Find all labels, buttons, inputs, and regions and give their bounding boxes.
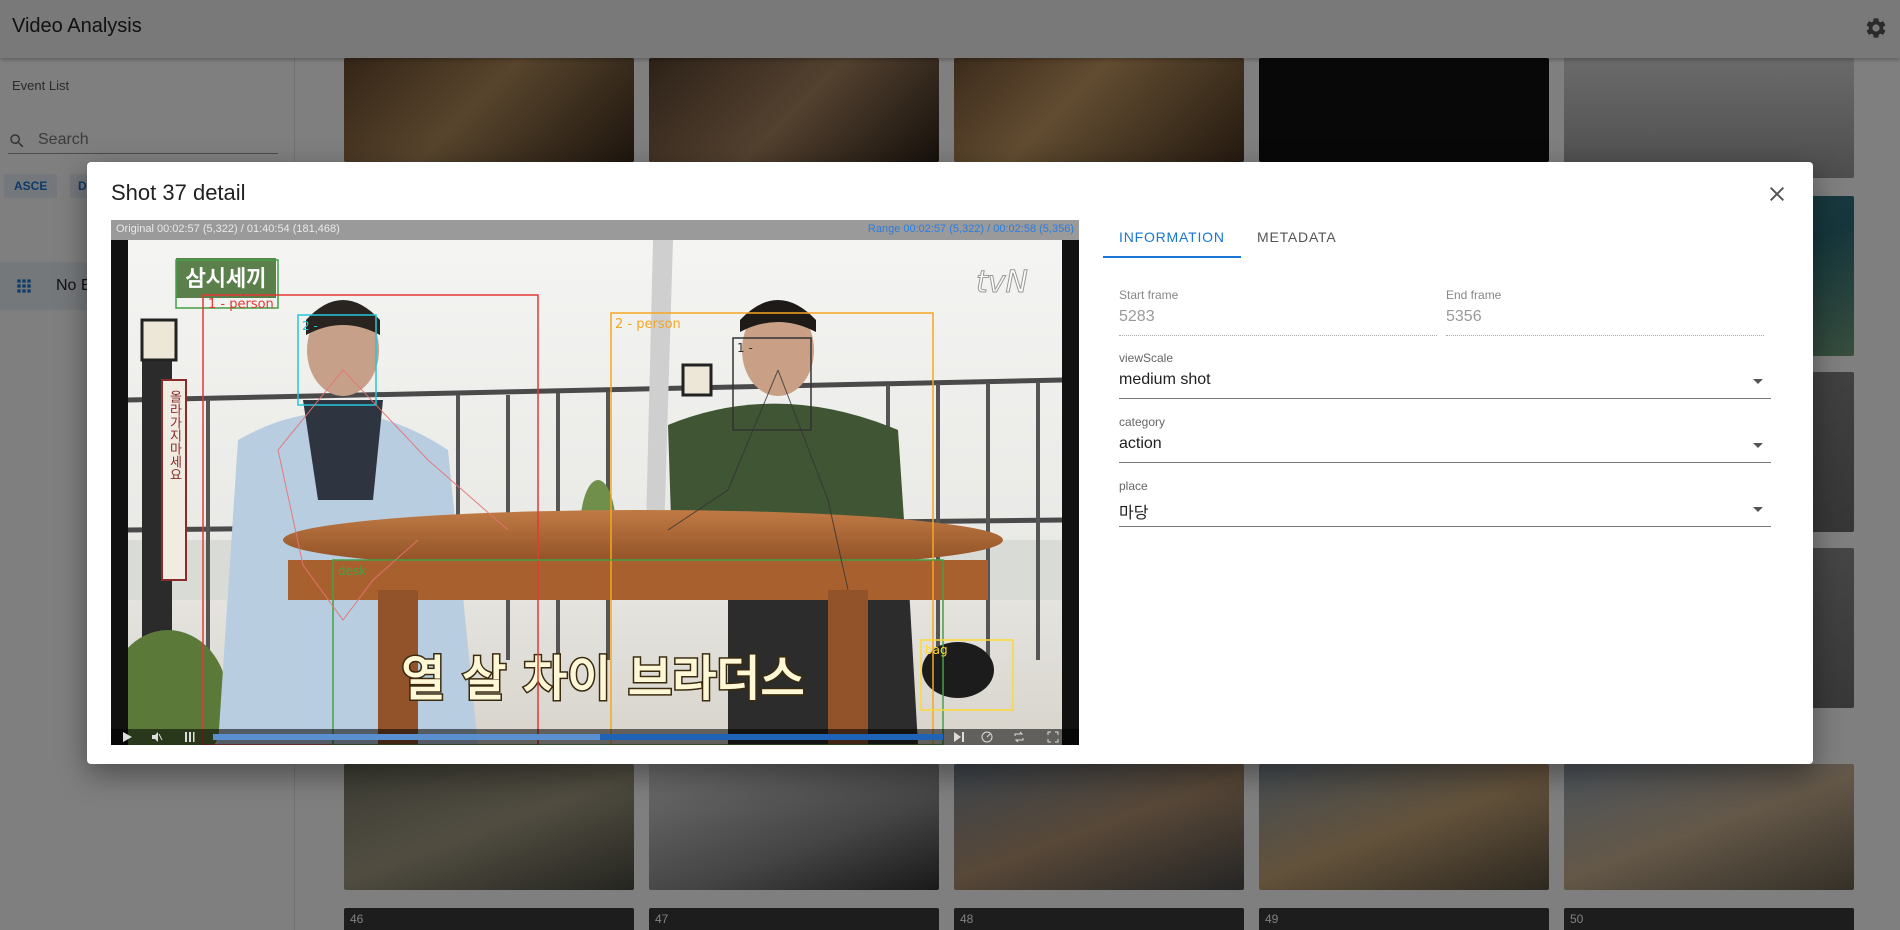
detection-label: 2 - person bbox=[615, 317, 681, 332]
start-frame-label: Start frame bbox=[1119, 288, 1179, 302]
tvn-watermark: tvN bbox=[976, 265, 1028, 300]
player-info-bar: Original 00:02:57 (5,322) / 01:40:54 (18… bbox=[111, 220, 1079, 240]
tab-metadata[interactable]: METADATA bbox=[1241, 216, 1353, 258]
play-icon[interactable] bbox=[121, 731, 133, 743]
mute-icon[interactable] bbox=[151, 731, 163, 743]
close-icon[interactable] bbox=[1765, 182, 1789, 206]
category-label: category bbox=[1119, 415, 1166, 429]
dialog-title: Shot 37 detail bbox=[111, 180, 246, 205]
range-timecode: Range 00:02:57 (5,322) / 00:02:58 (5,356… bbox=[867, 223, 1074, 235]
category-select[interactable]: category action bbox=[1119, 415, 1771, 463]
end-frame-field[interactable]: End frame 5356 bbox=[1446, 288, 1764, 336]
category-value: action bbox=[1119, 435, 1162, 452]
view-scale-value: medium shot bbox=[1119, 371, 1211, 388]
detail-tabs: INFORMATION METADATA bbox=[1103, 216, 1793, 258]
video-subtitle: 열 살 차이 브라더스 bbox=[401, 651, 804, 707]
detection-label: bag bbox=[925, 643, 948, 657]
view-scale-label: viewScale bbox=[1119, 351, 1174, 365]
dropdown-arrow-icon[interactable] bbox=[1753, 379, 1763, 384]
progress-played bbox=[213, 734, 600, 740]
dropdown-arrow-icon[interactable] bbox=[1753, 443, 1763, 448]
view-scale-select[interactable]: viewScale medium shot bbox=[1119, 351, 1771, 399]
place-value: 마당 bbox=[1119, 505, 1149, 522]
loop-icon[interactable] bbox=[1013, 731, 1025, 743]
speed-icon[interactable] bbox=[981, 731, 993, 743]
frame-step-icon[interactable] bbox=[183, 731, 195, 743]
next-frame-icon[interactable] bbox=[953, 731, 965, 743]
place-label: place bbox=[1119, 479, 1148, 493]
detection-label: 2 - bbox=[302, 319, 318, 333]
player-controls bbox=[111, 729, 1079, 745]
place-select[interactable]: place 마당 bbox=[1119, 479, 1771, 527]
original-timecode: Original 00:02:57 (5,322) / 01:40:54 (18… bbox=[116, 223, 340, 235]
dropdown-arrow-icon[interactable] bbox=[1753, 507, 1763, 512]
fullscreen-icon[interactable] bbox=[1047, 731, 1059, 743]
start-frame-value: 5283 bbox=[1119, 308, 1155, 325]
detection-label: 1 - person bbox=[208, 297, 274, 312]
sign-text: 올라가지마세요 bbox=[167, 390, 182, 481]
detection-label: desk bbox=[338, 564, 366, 578]
detection-label: 1 - bbox=[737, 341, 753, 355]
end-frame-value: 5356 bbox=[1446, 308, 1482, 325]
start-frame-field[interactable]: Start frame 5283 bbox=[1119, 288, 1437, 336]
end-frame-label: End frame bbox=[1446, 288, 1502, 302]
progress-bar[interactable] bbox=[213, 734, 943, 740]
show-logo: 삼시세끼 bbox=[186, 267, 267, 292]
shot-detail-dialog: Shot 37 detail Original 00:02:57 (5,322)… bbox=[87, 162, 1813, 764]
video-frame: 삼시세끼 올라가지마세요 tvN 열 살 차이 브라더스 1 - person … bbox=[128, 240, 1062, 745]
video-player[interactable]: Original 00:02:57 (5,322) / 01:40:54 (18… bbox=[111, 220, 1079, 745]
tab-information[interactable]: INFORMATION bbox=[1103, 216, 1241, 258]
